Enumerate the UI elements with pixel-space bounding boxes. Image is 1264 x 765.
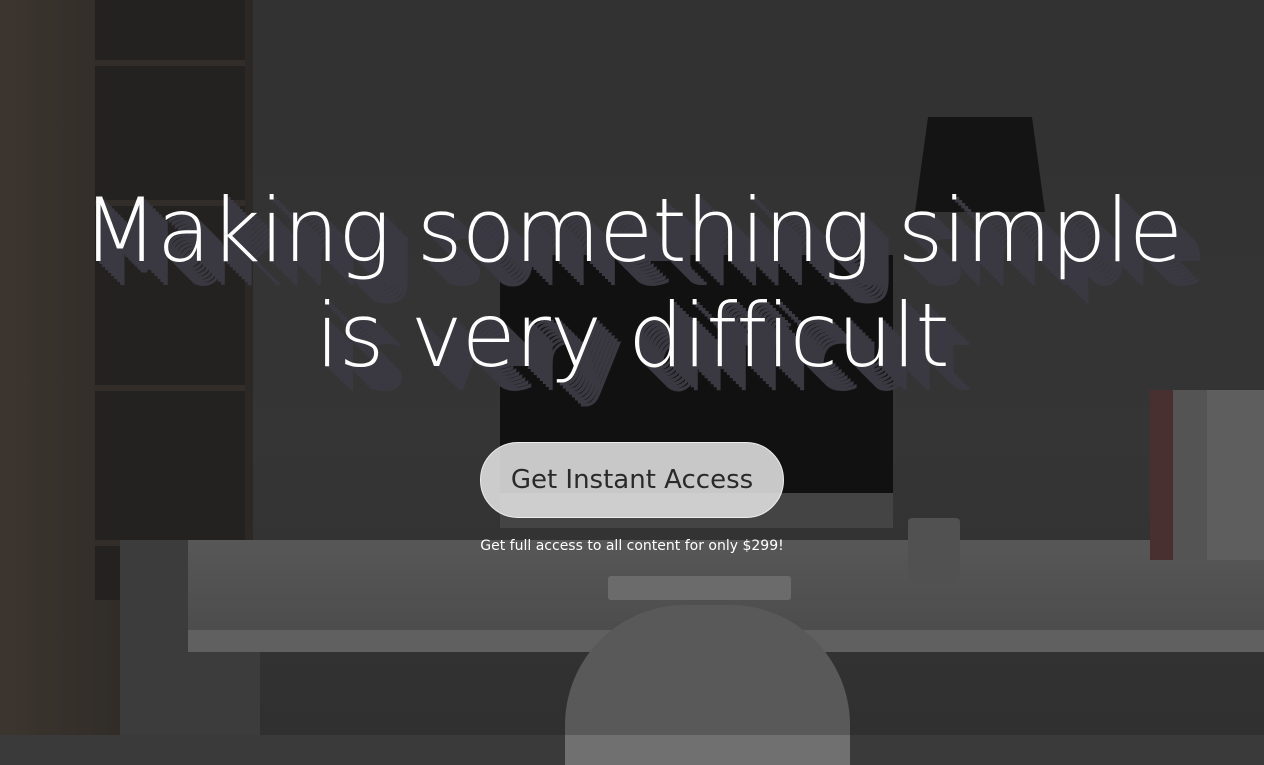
get-instant-access-button[interactable]: Get Instant Access <box>480 442 784 518</box>
hero: Making something simple is very difficul… <box>0 178 1264 388</box>
pricing-subtext: Get full access to all content for only … <box>480 538 784 554</box>
headline-line-1: Making something simple <box>81 179 1183 282</box>
headline-line-2: is very difficult <box>315 284 950 387</box>
headline: Making something simple is very difficul… <box>0 178 1264 388</box>
